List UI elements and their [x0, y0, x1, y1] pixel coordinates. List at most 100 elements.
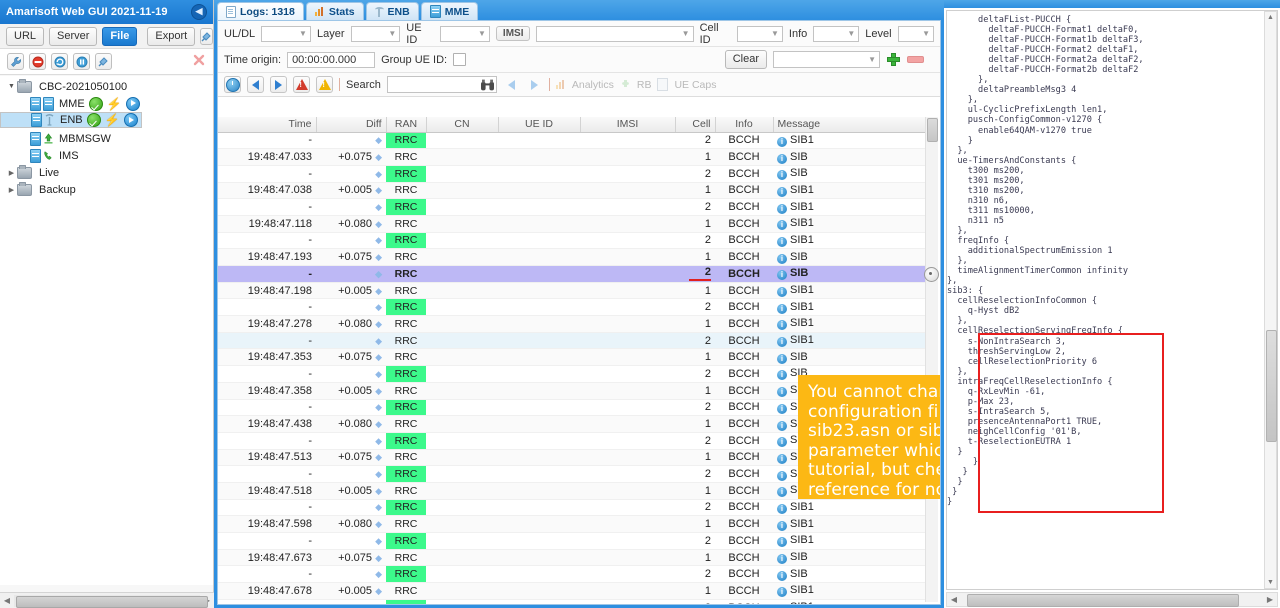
tab-logs[interactable]: Logs: 1318	[217, 2, 304, 20]
scroll-up-icon[interactable]: ▲	[1265, 12, 1276, 23]
column-header-time[interactable]: Time	[218, 117, 317, 133]
refresh-icon[interactable]	[51, 53, 68, 70]
preset-select[interactable]: ▼	[773, 51, 880, 68]
ueid-select[interactable]: ▼	[440, 25, 490, 42]
chevron-right-icon[interactable]: ▶	[6, 169, 17, 177]
binoculars-icon[interactable]	[480, 79, 494, 94]
layer-select[interactable]: ▼	[350, 25, 401, 42]
column-header-imsi[interactable]: IMSI	[580, 117, 676, 133]
error-icon[interactable]	[293, 76, 310, 93]
analytics-label[interactable]: Analytics	[572, 79, 614, 91]
table-row[interactable]: - ◆ RRC 2BCCHiSIB	[218, 265, 931, 283]
tree-item-cbc[interactable]: ▼ CBC-2021050100	[0, 78, 213, 95]
server-button[interactable]: Server	[49, 26, 98, 46]
prev-match-icon[interactable]	[503, 76, 520, 93]
add-preset-button[interactable]	[886, 52, 901, 67]
table-row[interactable]: 19:48:47.678 +0.005 ◆ RRC 1 BCCH i SIB1	[218, 582, 931, 600]
pause-icon[interactable]	[73, 53, 90, 70]
url-button[interactable]: URL	[6, 26, 45, 46]
clock-icon[interactable]	[224, 76, 241, 93]
chevron-down-icon[interactable]: ▼	[6, 83, 17, 90]
start-icon[interactable]	[125, 96, 140, 111]
rb-label[interactable]: RB	[637, 79, 652, 91]
table-row[interactable]: - ◆ RRC 2BCCHiSIB1	[218, 332, 931, 350]
uldl-select[interactable]: ▼	[261, 25, 311, 42]
column-header-info[interactable]: Info	[715, 117, 774, 133]
table-row[interactable]: 19:48:47.193 +0.075 ◆ RRC 1 BCCH i SIB	[218, 248, 931, 266]
connect-plug-icon[interactable]	[95, 53, 112, 70]
detail-horizontal-scrollbar[interactable]: ◀ ▶	[946, 592, 1278, 607]
clear-button[interactable]: Clear	[724, 50, 767, 69]
start-icon[interactable]	[123, 113, 138, 127]
warning-icon[interactable]	[316, 76, 333, 93]
wrench-icon[interactable]	[7, 53, 24, 70]
tab-stats[interactable]: Stats	[305, 2, 364, 20]
table-row[interactable]: 19:48:47.278 +0.080 ◆ RRC 1 BCCH i SIB1	[218, 315, 931, 333]
table-row[interactable]: 19:48:47.673 +0.075 ◆ RRC 1 BCCH i SIB	[218, 549, 931, 567]
scroll-track[interactable]	[14, 594, 208, 608]
tree-item-mme[interactable]: MME ⚡	[0, 95, 213, 112]
imsi-select[interactable]: ▼	[536, 25, 694, 42]
scroll-left-icon[interactable]: ◀	[947, 595, 961, 604]
log-table-scroll-region[interactable]: Time Diff RAN CN UE ID IMSI Cell Info Me…	[218, 117, 940, 604]
info-select[interactable]: ▼	[813, 25, 860, 42]
column-header-cell[interactable]: Cell	[675, 117, 716, 133]
file-button[interactable]: File	[102, 26, 138, 46]
asn-code-viewer[interactable]: deltaFList-PUCCH { deltaF-PUCCH-Format1 …	[946, 10, 1278, 590]
table-row[interactable]: - ◆ RRC 2BCCHiSIB1	[218, 599, 931, 604]
table-row[interactable]: - ◆ RRC 2BCCHiSIB1	[218, 499, 931, 517]
table-row[interactable]: 19:48:47.198 +0.005 ◆ RRC 1 BCCH i SIB1	[218, 282, 931, 300]
table-row[interactable]: 19:48:47.353 +0.075 ◆ RRC 1 BCCH i SIB	[218, 348, 931, 367]
tree-item-live[interactable]: ▶ Live	[0, 164, 213, 181]
table-row[interactable]: - ◆ RRC 2BCCHiSIB1	[218, 132, 931, 150]
table-row[interactable]: - ◆ RRC 2BCCHiSIB1	[218, 198, 931, 216]
detail-vertical-scrollbar[interactable]: ▲ ▼	[1264, 11, 1277, 589]
table-row[interactable]: 19:48:47.118 +0.080 ◆ RRC 1 BCCH i SIB1	[218, 215, 931, 233]
cellid-select[interactable]: ▼	[736, 25, 783, 42]
scroll-right-icon[interactable]: ▶	[1263, 595, 1277, 604]
scroll-down-icon[interactable]: ▼	[1265, 577, 1276, 588]
close-icon[interactable]	[192, 53, 206, 70]
export-button[interactable]: Export	[147, 26, 196, 46]
scroll-knob[interactable]	[924, 267, 939, 282]
table-row[interactable]: - ◆ RRC 2BCCHiSIB1	[218, 232, 931, 250]
chevron-left-icon[interactable]: ◀	[191, 4, 207, 20]
log-vertical-scrollbar[interactable]	[924, 117, 939, 602]
arrow-right-icon[interactable]	[270, 76, 287, 93]
arrow-left-icon[interactable]	[247, 76, 264, 93]
table-row[interactable]: - ◆ RRC 2BCCHiSIB1	[218, 532, 931, 550]
table-row[interactable]: 19:48:47.038 +0.005 ◆ RRC 1 BCCH i SIB1	[218, 182, 931, 200]
tab-enb[interactable]: ENB	[365, 2, 419, 20]
tree-item-enb[interactable]: ENB ⚡	[0, 112, 142, 128]
table-row[interactable]: - ◆ RRC 2BCCHiSIB	[218, 165, 931, 183]
table-row[interactable]: 19:48:47.033 +0.075 ◆ RRC 1 BCCH i SIB	[218, 148, 931, 166]
scroll-left-icon[interactable]: ◀	[0, 596, 14, 605]
stop-icon[interactable]	[29, 53, 46, 70]
column-header-cn[interactable]: CN	[426, 117, 499, 133]
tree-item-ims[interactable]: IMS	[0, 147, 213, 164]
scroll-track[interactable]	[961, 594, 1263, 607]
table-row[interactable]: - ◆ RRC 2BCCHiSIB1	[218, 298, 931, 317]
tree-item-backup[interactable]: ▶ Backup	[0, 181, 213, 198]
chevron-right-icon[interactable]: ▶	[6, 186, 17, 194]
uecaps-label[interactable]: UE Caps	[674, 79, 716, 91]
table-row[interactable]: 19:48:47.598 +0.080 ◆ RRC 1 BCCH i SIB1	[218, 515, 931, 533]
level-select[interactable]: ▼	[897, 25, 935, 42]
imsi-button[interactable]: IMSI	[495, 26, 531, 41]
table-row[interactable]: - ◆ RRC 2BCCHiSIB	[218, 565, 931, 584]
plug-icon[interactable]	[200, 27, 214, 45]
scroll-thumb[interactable]	[927, 118, 938, 142]
time-origin-input[interactable]	[287, 51, 376, 68]
column-header-ueid[interactable]: UE ID	[498, 117, 581, 133]
group-ueid-checkbox[interactable]	[453, 53, 467, 66]
column-header-diff[interactable]: Diff	[316, 117, 387, 133]
tab-mme[interactable]: MME	[420, 2, 479, 20]
scroll-thumb[interactable]	[967, 594, 1239, 607]
sidebar-horizontal-scrollbar[interactable]: ◀ ▶	[0, 592, 214, 608]
remove-preset-button[interactable]	[907, 56, 924, 63]
column-header-message[interactable]: Message	[773, 117, 932, 133]
scroll-thumb[interactable]	[1266, 330, 1277, 442]
next-match-icon[interactable]	[526, 76, 543, 93]
tree-item-mbmsgw[interactable]: MBMSGW	[0, 130, 213, 147]
column-header-ran[interactable]: RAN	[386, 117, 427, 133]
